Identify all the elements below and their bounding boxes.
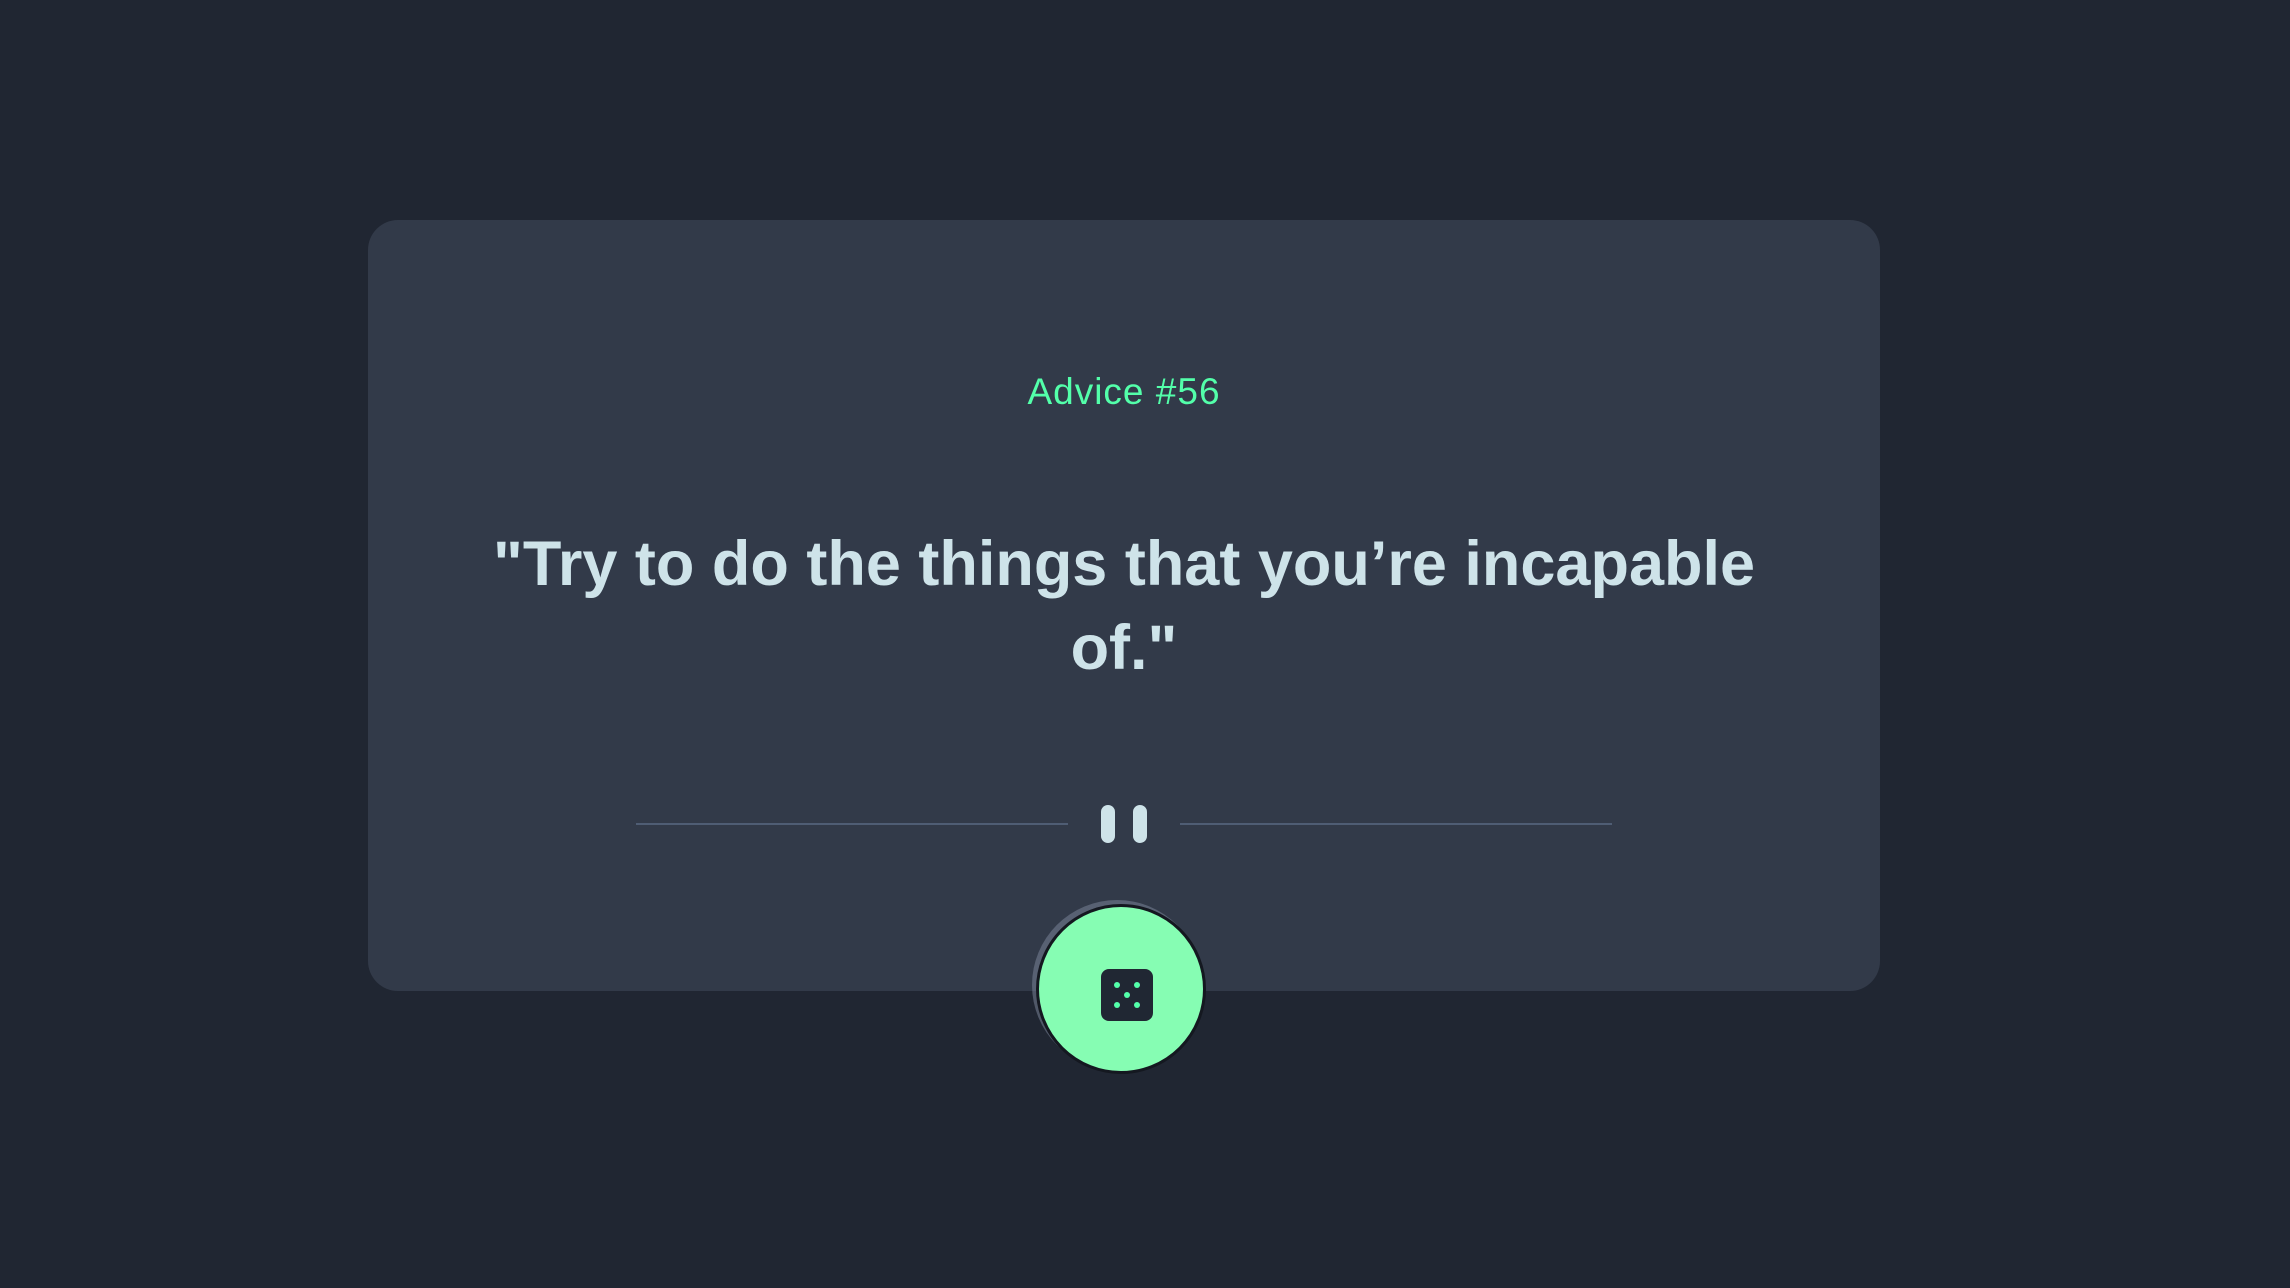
- advice-card: Advice #56 "Try to do the things that yo…: [368, 220, 1880, 991]
- advice-id-label: Advice #56: [1027, 371, 1221, 412]
- divider: [636, 803, 1612, 845]
- advice-quote: "Try to do the things that you’re incapa…: [493, 529, 1755, 683]
- pause-icon: [1101, 805, 1147, 843]
- divider-line-left: [636, 823, 1068, 825]
- divider-line-right: [1180, 823, 1612, 825]
- generate-advice-button[interactable]: [1036, 904, 1206, 1074]
- dice-icon: [1101, 969, 1153, 1021]
